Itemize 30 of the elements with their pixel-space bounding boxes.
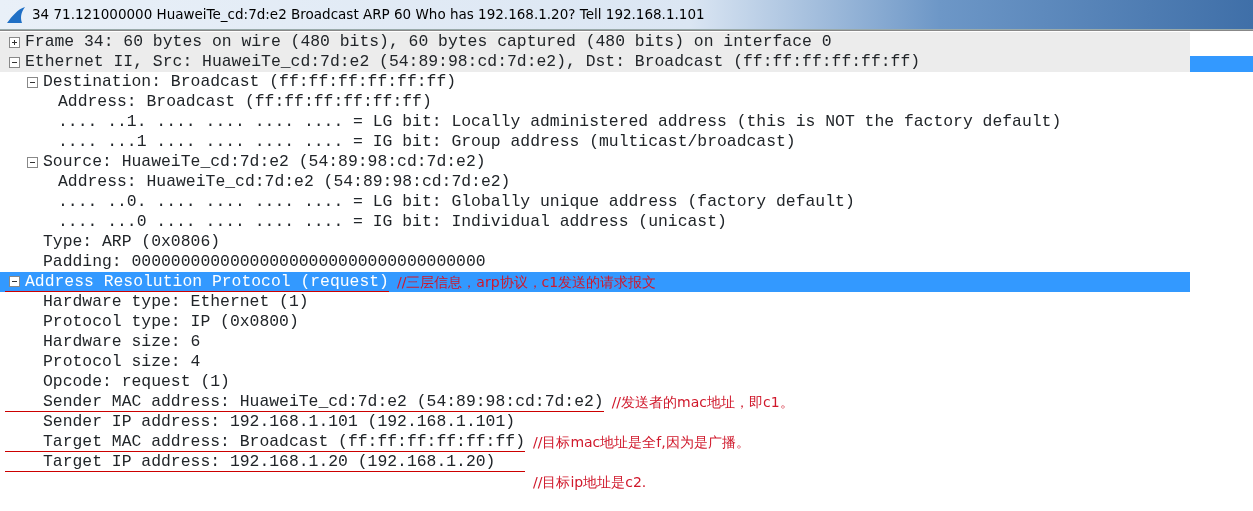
tree-item[interactable]: Sender MAC address: HuaweiTe_cd:7d:e2 (54:89:98:cd:7d:e2) bbox=[43, 391, 604, 412]
tree-item[interactable]: .... ..1. .... .... .... .... = LG bit: Locally administered address (this is NOT the factory default) bbox=[58, 112, 1062, 132]
window-title: 34 71.121000000 HuaweiTe_cd:7d:e2 Broadcast ARP 60 Who has 192.168.1.20? Tell 192.168.1.101 bbox=[32, 5, 705, 25]
tree-item[interactable]: Padding: 000000000000000000000000000000000000 bbox=[43, 252, 486, 272]
annotation-text: //三层信息，arp协议，c1发送的请求报文 bbox=[396, 273, 657, 292]
tree-item[interactable]: .... ..0. .... .... .... .... = LG bit: Globally unique address (factory default) bbox=[58, 192, 855, 212]
tree-item[interactable]: Hardware type: Ethernet (1) bbox=[43, 292, 309, 312]
annotation-text: //目标ip地址是c2. bbox=[533, 472, 647, 492]
tree-item[interactable]: Target MAC address: Broadcast (ff:ff:ff:ff:ff:ff) bbox=[43, 431, 525, 452]
tree-item[interactable]: Protocol type: IP (0x0800) bbox=[43, 312, 299, 332]
tree-item[interactable]: Source: HuaweiTe_cd:7d:e2 (54:89:98:cd:7d:e2) bbox=[43, 152, 486, 172]
tree-item[interactable]: Opcode: request (1) bbox=[43, 372, 230, 392]
annotation-text: //目标mac地址是全f,因为是广播。 bbox=[532, 433, 750, 452]
collapse-icon[interactable] bbox=[27, 76, 38, 88]
tree-item[interactable]: Protocol size: 4 bbox=[43, 352, 201, 372]
tree-item[interactable]: Address: Broadcast (ff:ff:ff:ff:ff:ff) bbox=[58, 92, 432, 112]
shark-fin-icon bbox=[6, 5, 26, 24]
expand-icon[interactable] bbox=[9, 36, 20, 48]
tree-item[interactable]: .... ...1 .... .... .... .... = IG bit: Group address (multicast/broadcast) bbox=[58, 132, 796, 152]
collapse-icon[interactable] bbox=[9, 56, 20, 68]
tree-item[interactable]: Destination: Broadcast (ff:ff:ff:ff:ff:ff) bbox=[43, 72, 457, 92]
tree-item[interactable]: Target IP address: 192.168.1.20 (192.168.1.20) bbox=[43, 451, 496, 472]
collapse-icon[interactable] bbox=[27, 156, 38, 168]
tree-item[interactable]: Address: HuaweiTe_cd:7d:e2 (54:89:98:cd:7d:e2) bbox=[58, 172, 511, 192]
tree-item[interactable]: Hardware size: 6 bbox=[43, 332, 201, 352]
tree-item[interactable]: .... ...0 .... .... .... .... = IG bit: Individual address (unicast) bbox=[58, 212, 727, 232]
collapse-icon[interactable] bbox=[9, 276, 20, 287]
annotation-text: //发送者的mac地址，即c1。 bbox=[611, 393, 794, 412]
tree-item[interactable]: Sender IP address: 192.168.1.101 (192.168.1.101) bbox=[43, 412, 516, 432]
tree-item[interactable]: Type: ARP (0x0806) bbox=[43, 232, 221, 252]
